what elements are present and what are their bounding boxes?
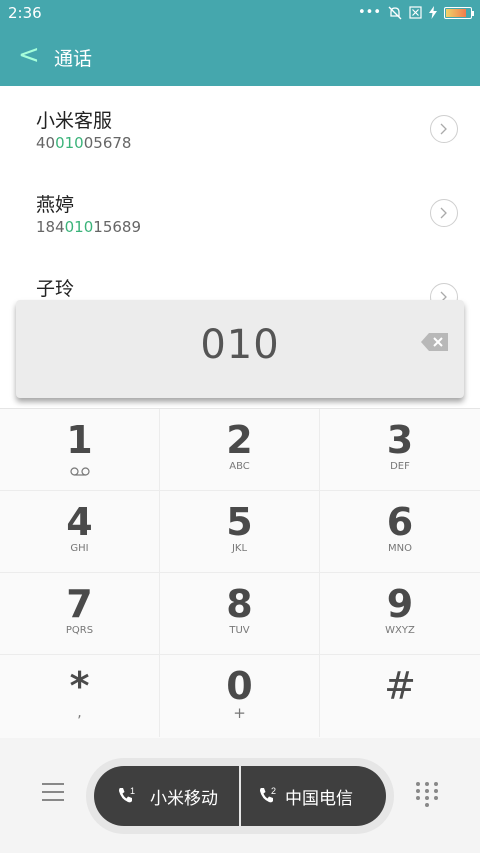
svg-text:1: 1 xyxy=(130,786,135,796)
menu-icon[interactable] xyxy=(42,783,64,801)
dial-input-card: 010 xyxy=(16,300,464,398)
svg-text:2: 2 xyxy=(271,786,276,796)
key-hash[interactable]: # xyxy=(320,655,480,737)
key-1[interactable]: 1 xyxy=(0,409,160,491)
dial-keypad: 1 2 ABC 3 DEF 4 GHI 5 JKL 6 MNO 7 PQRS 8… xyxy=(0,408,480,738)
backspace-icon[interactable] xyxy=(420,332,450,352)
mute-bell-icon xyxy=(388,6,402,19)
battery-icon xyxy=(444,6,474,19)
key-0[interactable]: 0 + xyxy=(160,655,320,737)
call-sim2-button[interactable]: 2 中国电信 xyxy=(241,766,386,826)
charging-bolt-icon xyxy=(429,6,437,19)
contact-name: 燕婷 xyxy=(36,194,75,216)
key-2[interactable]: 2 ABC xyxy=(160,409,320,491)
more-dots-icon: ••• xyxy=(357,5,381,20)
voicemail-icon xyxy=(69,467,90,476)
app-bar: < 通话 xyxy=(0,26,480,86)
contact-number: 4001005678 xyxy=(36,134,132,152)
sim1-carrier-label: 小米移动 xyxy=(150,789,218,809)
contact-number: 18401015689 xyxy=(36,218,141,236)
call-sim1-button[interactable]: 1 小米移动 xyxy=(94,766,239,826)
back-icon[interactable]: < xyxy=(18,42,40,68)
sim2-carrier-label: 中国电信 xyxy=(285,789,353,809)
key-9[interactable]: 9 WXYZ xyxy=(320,573,480,655)
phone-sim1-icon: 1 xyxy=(119,786,135,803)
page-title: 通话 xyxy=(54,48,93,70)
phone-sim2-icon: 2 xyxy=(260,786,276,803)
status-icons: ••• xyxy=(357,5,474,20)
contact-detail-button[interactable] xyxy=(430,199,458,227)
chevron-right-icon xyxy=(440,207,447,219)
chevron-right-icon xyxy=(440,123,447,135)
call-button-group: 1 小米移动 2 中国电信 xyxy=(86,758,394,834)
contact-row[interactable]: 小米客服 4001005678 xyxy=(0,86,480,170)
status-bar: 2:36 ••• xyxy=(0,0,480,26)
match-highlight: 010 xyxy=(64,218,94,236)
key-3[interactable]: 3 DEF xyxy=(320,409,480,491)
contact-name: 小米客服 xyxy=(36,110,113,132)
dialpad-toggle-icon[interactable] xyxy=(416,782,438,808)
contact-name: 子玲 xyxy=(36,278,75,300)
key-7[interactable]: 7 PQRS xyxy=(0,573,160,655)
no-sim-icon xyxy=(409,6,422,19)
key-6[interactable]: 6 MNO xyxy=(320,491,480,573)
bottom-bar: 1 小米移动 2 中国电信 xyxy=(0,738,480,853)
key-8[interactable]: 8 TUV xyxy=(160,573,320,655)
key-4[interactable]: 4 GHI xyxy=(0,491,160,573)
status-time: 2:36 xyxy=(8,4,42,22)
dialed-number: 010 xyxy=(200,322,280,368)
key-star[interactable]: * , xyxy=(0,655,160,737)
contact-row[interactable]: 燕婷 18401015689 xyxy=(0,170,480,254)
match-highlight: 010 xyxy=(55,134,84,152)
key-5[interactable]: 5 JKL xyxy=(160,491,320,573)
contact-detail-button[interactable] xyxy=(430,115,458,143)
